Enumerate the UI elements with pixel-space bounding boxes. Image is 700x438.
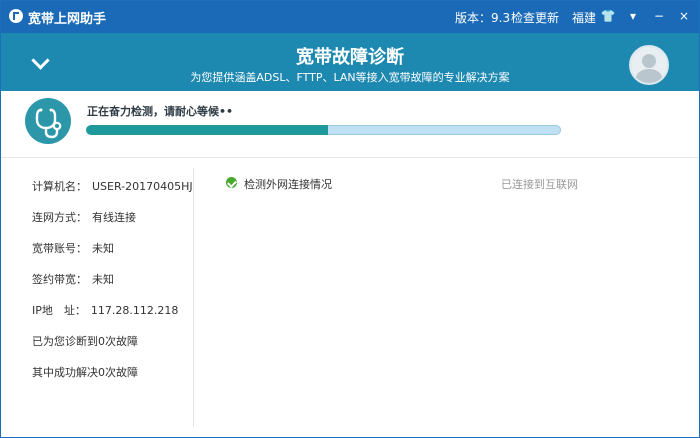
check-update-link[interactable]: 检查更新 bbox=[511, 9, 559, 26]
computer-info-panel: 计算机名： USER-20170405HJ 连网方式： 有线连接 宽带账号： 未知 签… bbox=[1, 158, 193, 437]
connection-type-row: 连网方式： 有线连接 bbox=[32, 209, 136, 225]
info-label: 宽带账号： bbox=[32, 242, 87, 255]
info-label: 其中成功解决0次故障 bbox=[32, 366, 138, 379]
resolved-count-row: 其中成功解决0次故障 bbox=[32, 364, 143, 380]
minimize-icon[interactable]: − bbox=[649, 6, 669, 26]
progress-fill bbox=[86, 125, 329, 135]
broadband-account-row: 宽带账号： 未知 bbox=[32, 240, 114, 256]
app-logo-icon bbox=[9, 9, 23, 23]
skin-icon[interactable]: 👕 bbox=[598, 6, 618, 26]
info-label: 连网方式： bbox=[32, 211, 87, 224]
info-value: 未知 bbox=[92, 242, 114, 255]
broadband-assistant-window: 宽带上网助手 版本：9.3 检查更新 福建 👕 ▾ − × 宽带故障诊断 为您提… bbox=[0, 0, 700, 438]
info-label: IP地 址： bbox=[32, 304, 86, 317]
detection-status: 正在奋力检测，请耐心等候•• bbox=[87, 105, 234, 118]
app-title: 宽带上网助手 bbox=[28, 12, 107, 27]
stethoscope-icon bbox=[25, 98, 71, 144]
page-subtitle: 为您提供涵盖ADSL、FTTP、LAN等接入宽带故障的专业解决方案 bbox=[190, 71, 510, 84]
page-title: 宽带故障诊断 bbox=[296, 47, 404, 68]
avatar[interactable] bbox=[629, 45, 669, 85]
check-icon bbox=[226, 177, 237, 188]
check-item-result: 已连接到互联网 bbox=[501, 178, 578, 191]
info-label: 签约带宽： bbox=[32, 273, 87, 286]
info-value: 有线连接 bbox=[92, 211, 136, 224]
computer-name-row: 计算机名： USER-20170405HJ bbox=[32, 178, 193, 194]
check-results-panel: 检测外网连接情况 已连接到互联网 bbox=[194, 158, 699, 437]
close-icon[interactable]: × bbox=[674, 6, 694, 26]
diagnosis-header: 宽带故障诊断 为您提供涵盖ADSL、FTTP、LAN等接入宽带故障的专业解决方案 bbox=[1, 33, 699, 91]
progress-bar bbox=[86, 125, 561, 135]
ip-address-row: IP地 址： 117.28.112.218 bbox=[32, 302, 178, 318]
info-value: 未知 bbox=[92, 273, 114, 286]
menu-dropdown-icon[interactable]: ▾ bbox=[623, 6, 643, 26]
contract-bandwidth-row: 签约带宽： 未知 bbox=[32, 271, 114, 287]
info-label: 已为您诊断到0次故障 bbox=[32, 335, 138, 348]
info-value: USER-20170405HJ bbox=[92, 180, 193, 193]
diagnosed-count-row: 已为您诊断到0次故障 bbox=[32, 333, 143, 349]
region-label: 福建 bbox=[572, 11, 597, 25]
title-bar[interactable]: 宽带上网助手 版本：9.3 检查更新 福建 👕 ▾ − × bbox=[1, 1, 699, 33]
info-value: 117.28.112.218 bbox=[90, 304, 179, 317]
info-label: 计算机名： bbox=[32, 180, 87, 193]
diagnosis-main: 计算机名： USER-20170405HJ 连网方式： 有线连接 宽带账号： 未知 签… bbox=[1, 158, 699, 437]
version-label: 版本：9.3 bbox=[455, 11, 511, 25]
progress-panel: 正在奋力检测，请耐心等候•• bbox=[1, 91, 699, 158]
check-item-label: 检测外网连接情况 bbox=[244, 178, 332, 191]
